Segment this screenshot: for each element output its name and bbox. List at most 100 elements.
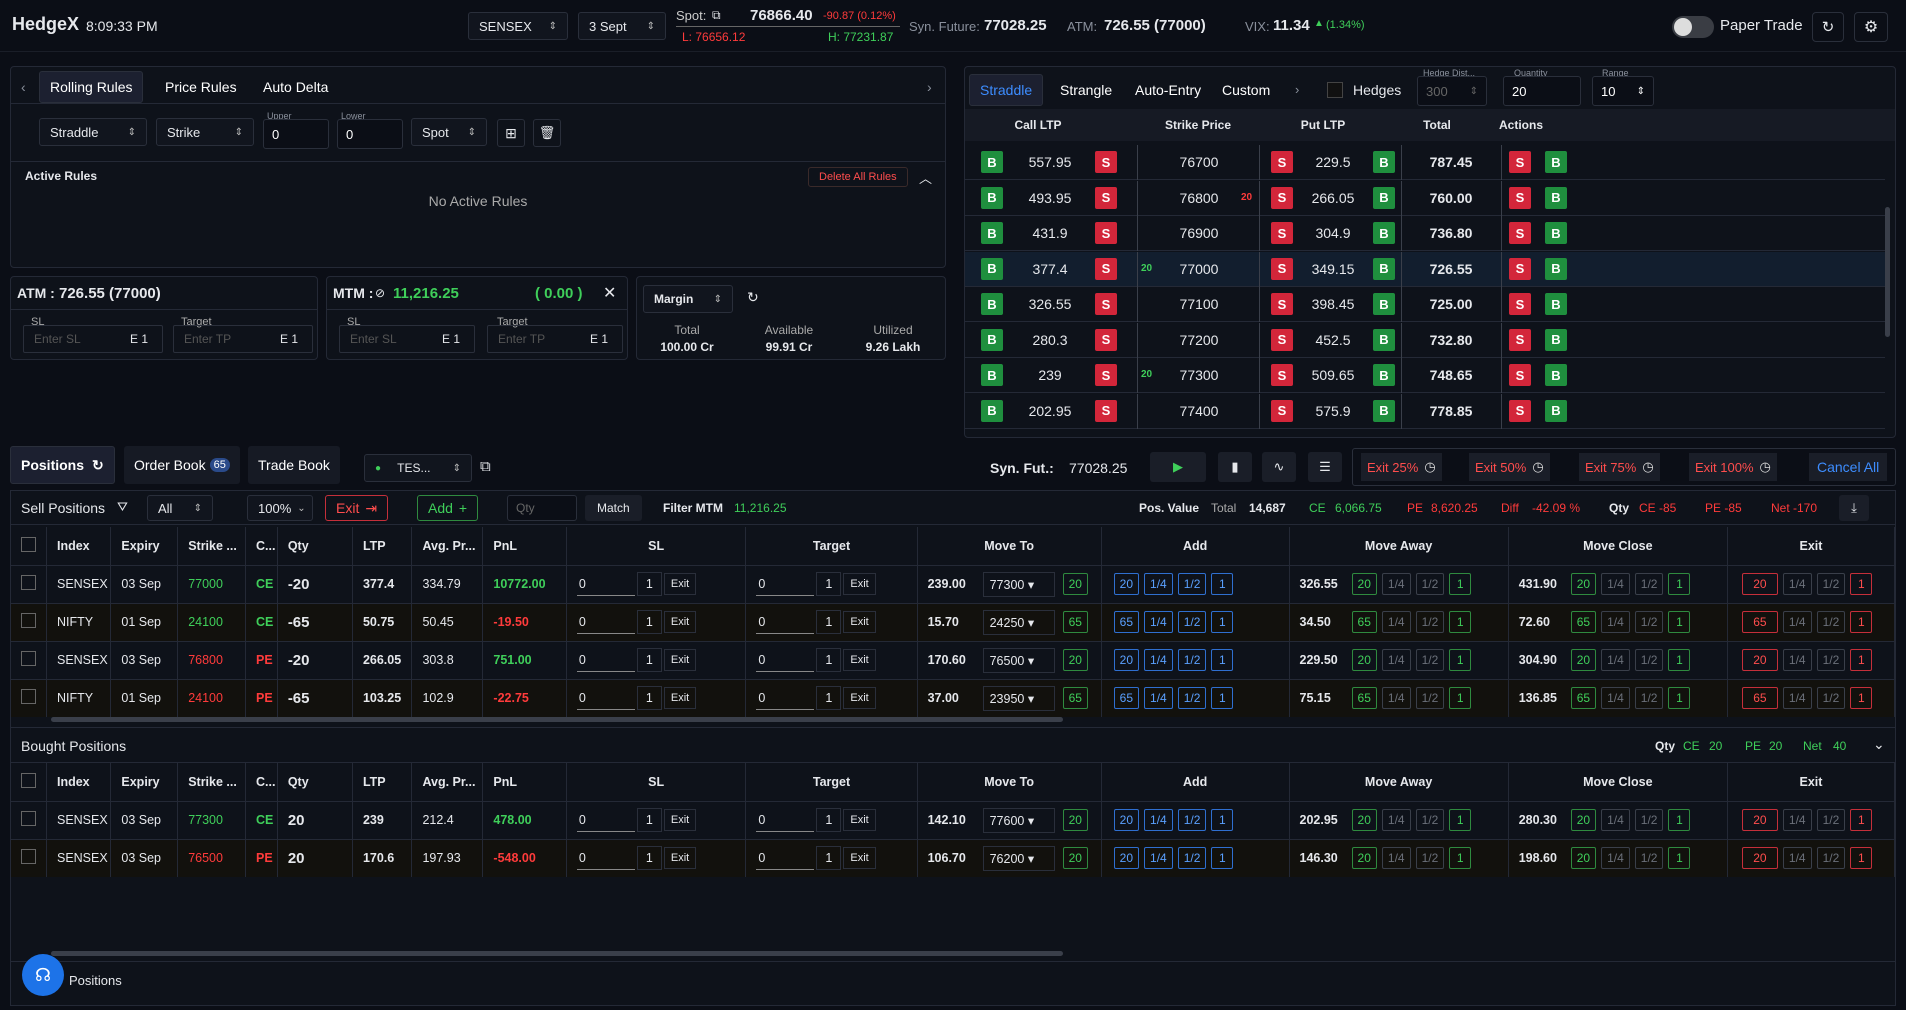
- buy-call-button[interactable]: B: [981, 257, 1003, 280]
- tab-positions[interactable]: Positions ↻: [10, 446, 115, 484]
- table-row[interactable]: SENSEX 03 Sep 77300 CE 20 239 212.4 478.00 0 1 Exi…: [11, 800, 1895, 839]
- sell-call-button[interactable]: S: [1095, 151, 1117, 173]
- sl-input[interactable]: 0: [576, 809, 635, 832]
- line-chart-icon[interactable]: ∿: [1262, 452, 1296, 482]
- buy-put-button[interactable]: B: [1373, 151, 1395, 173]
- add-qty-button[interactable]: 20: [1113, 809, 1140, 831]
- target-exit-button[interactable]: Exit: [843, 847, 876, 870]
- chevron-down-icon[interactable]: ⌄: [1873, 736, 1885, 753]
- tab-price-rules[interactable]: Price Rules: [155, 71, 247, 103]
- expiry-select[interactable]: 3 Sept ⇕: [578, 12, 666, 40]
- eye-off-icon[interactable]: ⊘: [375, 286, 385, 300]
- sl-exit-button[interactable]: Exit: [663, 649, 697, 671]
- away-quarter-button[interactable]: 1/4: [1381, 809, 1411, 831]
- add-qty-button[interactable]: 20: [1113, 649, 1140, 671]
- sell-call-button[interactable]: S: [1095, 222, 1117, 244]
- add-quarter-button[interactable]: 1/4: [1144, 847, 1173, 870]
- target-input[interactable]: 0: [756, 611, 815, 634]
- sell-filter-select[interactable]: All ⇕: [147, 495, 213, 521]
- row-checkbox[interactable]: [21, 575, 36, 590]
- away-quarter-button[interactable]: 1/4: [1381, 649, 1411, 671]
- row-checkbox[interactable]: [21, 651, 36, 666]
- sl-entry-input[interactable]: 1: [636, 610, 662, 634]
- target-entry-input[interactable]: 1: [816, 686, 842, 711]
- table-row[interactable]: NIFTY 01 Sep 24100 PE -65 103.25 102.9 -22.75 0 1…: [11, 678, 1895, 717]
- move-strike-select[interactable]: 23950 ▾: [982, 685, 1055, 711]
- match-button[interactable]: Match: [585, 495, 642, 521]
- sell-put-button[interactable]: S: [1271, 222, 1293, 244]
- target-entry-input[interactable]: 1: [816, 846, 842, 871]
- target-input[interactable]: 0: [756, 573, 815, 596]
- move-strike-select[interactable]: 76200 ▾: [982, 845, 1055, 871]
- add-qty-button[interactable]: 65: [1113, 687, 1140, 710]
- row-checkbox[interactable]: [21, 849, 36, 865]
- exit-qty-button[interactable]: 20: [1741, 573, 1778, 595]
- sell-straddle-button[interactable]: S: [1509, 151, 1531, 173]
- sell-straddle-button[interactable]: S: [1509, 222, 1531, 244]
- close-half-button[interactable]: 1/2: [1634, 847, 1664, 870]
- sell-straddle-button[interactable]: S: [1509, 257, 1531, 280]
- add-one-button[interactable]: 1: [1211, 687, 1234, 710]
- buy-put-button[interactable]: B: [1373, 293, 1395, 315]
- target-input[interactable]: 0: [756, 649, 815, 672]
- away-half-button[interactable]: 1/2: [1415, 611, 1445, 633]
- add-one-button[interactable]: 1: [1211, 649, 1234, 671]
- buy-call-button[interactable]: B: [981, 151, 1003, 173]
- horizontal-scrollbar[interactable]: [51, 717, 1063, 722]
- tab-auto-delta[interactable]: Auto Delta: [253, 71, 338, 103]
- buy-put-button[interactable]: B: [1373, 186, 1395, 209]
- add-quarter-button[interactable]: 1/4: [1144, 573, 1173, 595]
- move-strike-select[interactable]: 77600 ▾: [982, 807, 1055, 833]
- exit-half-button[interactable]: 1/2: [1816, 847, 1846, 870]
- away-half-button[interactable]: 1/2: [1415, 573, 1445, 595]
- lower-input[interactable]: 0: [337, 119, 403, 149]
- away-half-button[interactable]: 1/2: [1415, 809, 1445, 831]
- gear-icon[interactable]: ⚙: [1854, 12, 1888, 42]
- atm-tp-input[interactable]: Enter TP E 1: [173, 325, 313, 353]
- sell-call-button[interactable]: S: [1095, 257, 1117, 280]
- buy-call-button[interactable]: B: [981, 186, 1003, 209]
- bar-chart-icon[interactable]: ▮: [1218, 452, 1252, 482]
- exit-qty-button[interactable]: 20: [1741, 649, 1778, 671]
- tab-straddle[interactable]: Straddle: [969, 74, 1044, 106]
- external-link-icon[interactable]: ⧉: [480, 458, 491, 475]
- sell-put-button[interactable]: S: [1271, 186, 1293, 209]
- target-entry-input[interactable]: 1: [816, 808, 842, 832]
- clock-icon[interactable]: ◷: [1424, 459, 1435, 475]
- move-qty-button[interactable]: 20: [1062, 809, 1088, 831]
- add-qty-button[interactable]: 20: [1113, 847, 1140, 870]
- target-entry-input[interactable]: 1: [816, 648, 842, 672]
- away-quarter-button[interactable]: 1/4: [1381, 611, 1411, 633]
- trash-icon[interactable]: 🗑: [533, 119, 561, 147]
- close-half-button[interactable]: 1/2: [1634, 809, 1664, 831]
- exit-one-button[interactable]: 1: [1850, 847, 1873, 870]
- close-one-button[interactable]: 1: [1668, 573, 1691, 595]
- away-one-button[interactable]: 1: [1449, 809, 1472, 831]
- exit-one-button[interactable]: 1: [1850, 649, 1873, 671]
- sl-entry-input[interactable]: 1: [636, 808, 662, 832]
- sl-exit-button[interactable]: Exit: [663, 809, 697, 831]
- target-exit-button[interactable]: Exit: [843, 649, 876, 671]
- close-one-button[interactable]: 1: [1668, 611, 1691, 633]
- sl-entry-input[interactable]: 1: [636, 846, 662, 871]
- sell-straddle-button[interactable]: S: [1509, 364, 1531, 386]
- add-half-button[interactable]: 1/2: [1177, 687, 1207, 710]
- entry-select[interactable]: E 1: [272, 332, 298, 346]
- close-half-button[interactable]: 1/2: [1634, 611, 1664, 633]
- sl-input[interactable]: 0: [576, 573, 635, 596]
- sl-entry-input[interactable]: 1: [636, 686, 662, 711]
- row-checkbox[interactable]: [21, 689, 36, 705]
- table-row[interactable]: SENSEX 03 Sep 76500 PE 20 170.6 197.93 -548.00 0…: [11, 838, 1895, 877]
- support-icon[interactable]: ☊: [22, 954, 64, 996]
- close-qty-button[interactable]: 65: [1570, 611, 1597, 633]
- buy-straddle-button[interactable]: B: [1545, 399, 1567, 422]
- exit-quarter-button[interactable]: 1/4: [1782, 573, 1812, 595]
- sell-straddle-button[interactable]: S: [1509, 293, 1531, 315]
- buy-put-button[interactable]: B: [1373, 257, 1395, 280]
- exit-quarter-button[interactable]: 1/4: [1782, 809, 1812, 831]
- sl-exit-button[interactable]: Exit: [663, 847, 697, 870]
- exit-quarter-button[interactable]: 1/4: [1782, 649, 1812, 671]
- close-half-button[interactable]: 1/2: [1634, 573, 1664, 595]
- exit-button[interactable]: Exit ⇥: [325, 495, 389, 521]
- close-quarter-button[interactable]: 1/4: [1601, 687, 1630, 710]
